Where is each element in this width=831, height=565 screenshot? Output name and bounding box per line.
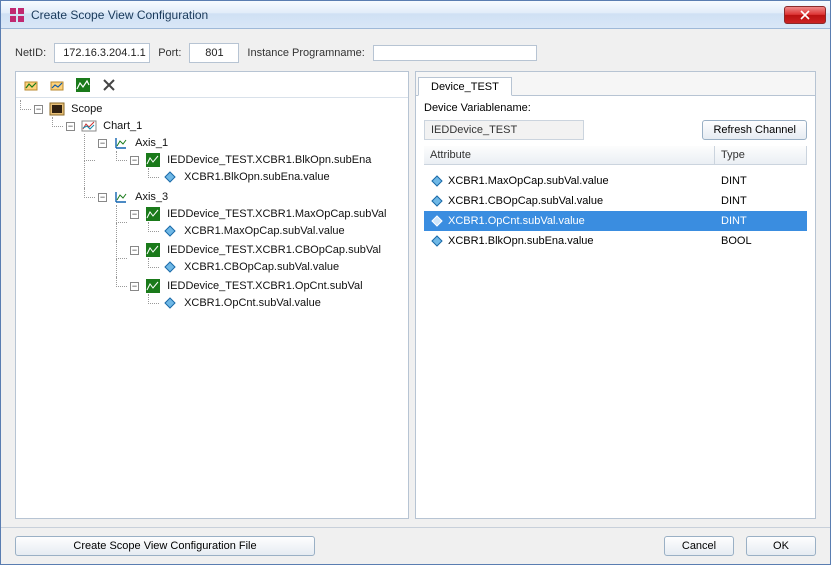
tree-scroll[interactable]: − Scope − Chart_1 −	[16, 98, 408, 518]
channel-icon	[145, 278, 161, 294]
attribute-list[interactable]: XCBR1.MaxOpCap.subVal.valueDINTXCBR1.CBO…	[424, 171, 807, 512]
tree-node-variable[interactable]: XCBR1.CBOpCap.subVal.value	[184, 261, 339, 273]
attribute-row[interactable]: XCBR1.MaxOpCap.subVal.valueDINT	[424, 171, 807, 191]
attribute-row[interactable]: XCBR1.BlkOpn.subEna.valueBOOL	[424, 231, 807, 251]
attribute-cell: XCBR1.OpCnt.subVal.value	[424, 211, 715, 231]
tree-node-channel[interactable]: IEDDevice_TEST.XCBR1.CBOpCap.subVal	[167, 244, 381, 256]
variable-icon	[162, 295, 178, 311]
tree-node-axis3[interactable]: Axis_3	[135, 191, 168, 203]
tree-node-scope[interactable]: Scope	[71, 103, 102, 115]
channel-icon	[145, 152, 161, 168]
port-label: Port:	[158, 47, 181, 59]
col-attribute[interactable]: Attribute	[424, 146, 715, 164]
type-cell: DINT	[715, 212, 807, 230]
expander-icon[interactable]: −	[130, 282, 139, 291]
cancel-button[interactable]: Cancel	[664, 536, 734, 556]
tree-node-axis1[interactable]: Axis_1	[135, 137, 168, 149]
tree-node-variable[interactable]: XCBR1.BlkOpn.subEna.value	[184, 171, 330, 183]
axis-icon	[113, 135, 129, 151]
ok-button[interactable]: OK	[746, 536, 816, 556]
tree-node-chart[interactable]: Chart_1	[103, 120, 142, 132]
tree-node-variable[interactable]: XCBR1.MaxOpCap.subVal.value	[184, 225, 345, 237]
channel-icon	[145, 242, 161, 258]
tree-node-channel[interactable]: IEDDevice_TEST.XCBR1.BlkOpn.subEna	[167, 154, 371, 166]
attribute-cell: XCBR1.CBOpCap.subVal.value	[424, 191, 715, 211]
main-area: − Scope − Chart_1 −	[1, 71, 830, 527]
tab-device[interactable]: Device_TEST	[418, 77, 512, 96]
attribute-row[interactable]: XCBR1.CBOpCap.subVal.valueDINT	[424, 191, 807, 211]
variable-icon	[162, 169, 178, 185]
window-title: Create Scope View Configuration	[31, 8, 778, 22]
tree-node-channel[interactable]: IEDDevice_TEST.XCBR1.OpCnt.subVal	[167, 280, 362, 292]
progname-label: Instance Programname:	[247, 47, 364, 59]
new-axis-button[interactable]	[46, 74, 68, 96]
expander-icon[interactable]: −	[98, 139, 107, 148]
expander-icon[interactable]: −	[130, 156, 139, 165]
type-cell: DINT	[715, 172, 807, 190]
attribute-cell: XCBR1.MaxOpCap.subVal.value	[424, 171, 715, 191]
tree-node-variable[interactable]: XCBR1.OpCnt.subVal.value	[184, 297, 321, 309]
scope-tree[interactable]: − Scope − Chart_1 −	[16, 100, 408, 316]
close-button[interactable]	[784, 6, 826, 24]
axis-icon	[113, 189, 129, 205]
delete-button[interactable]	[98, 74, 120, 96]
attribute-row[interactable]: XCBR1.OpCnt.subVal.valueDINT	[424, 211, 807, 231]
progname-input[interactable]	[373, 45, 537, 61]
expander-icon[interactable]: −	[98, 193, 107, 202]
titlebar[interactable]: Create Scope View Configuration	[1, 1, 830, 29]
tree-panel: − Scope − Chart_1 −	[15, 71, 409, 519]
tree-toolbar	[16, 72, 408, 98]
connection-form: NetID: 172.16.3.204.1.1 Port: 801 Instan…	[1, 29, 830, 71]
chart-icon	[81, 118, 97, 134]
variable-icon	[162, 259, 178, 275]
attribute-cell: XCBR1.BlkOpn.subEna.value	[424, 231, 715, 251]
expander-icon[interactable]: −	[130, 210, 139, 219]
type-cell: DINT	[715, 192, 807, 210]
new-channel-button[interactable]	[72, 74, 94, 96]
attribute-list-header: Attribute Type	[424, 146, 807, 165]
attribute-body: Device Variablename: IEDDevice_TEST Refr…	[416, 96, 815, 518]
expander-icon[interactable]: −	[130, 246, 139, 255]
app-icon	[9, 7, 25, 23]
scope-icon	[49, 101, 65, 117]
expander-icon[interactable]: −	[34, 105, 43, 114]
dialog-footer: Create Scope View Configuration File Can…	[1, 527, 830, 564]
col-type[interactable]: Type	[715, 146, 807, 164]
variable-icon	[162, 223, 178, 239]
new-chart-button[interactable]	[20, 74, 42, 96]
dialog-window: Create Scope View Configuration NetID: 1…	[0, 0, 831, 565]
tab-strip: Device_TEST	[416, 72, 815, 96]
type-cell: BOOL	[715, 232, 807, 250]
refresh-channel-button[interactable]: Refresh Channel	[702, 120, 807, 140]
port-input[interactable]: 801	[189, 43, 239, 63]
create-file-button[interactable]: Create Scope View Configuration File	[15, 536, 315, 556]
netid-input[interactable]: 172.16.3.204.1.1	[54, 43, 150, 63]
channel-icon	[145, 206, 161, 222]
varname-label: Device Variablename:	[424, 102, 531, 114]
expander-icon[interactable]: −	[66, 122, 75, 131]
varname-value: IEDDevice_TEST	[424, 120, 584, 140]
attribute-panel: Device_TEST Device Variablename: IEDDevi…	[415, 71, 816, 519]
tree-node-channel[interactable]: IEDDevice_TEST.XCBR1.MaxOpCap.subVal	[167, 208, 386, 220]
netid-label: NetID:	[15, 47, 46, 59]
